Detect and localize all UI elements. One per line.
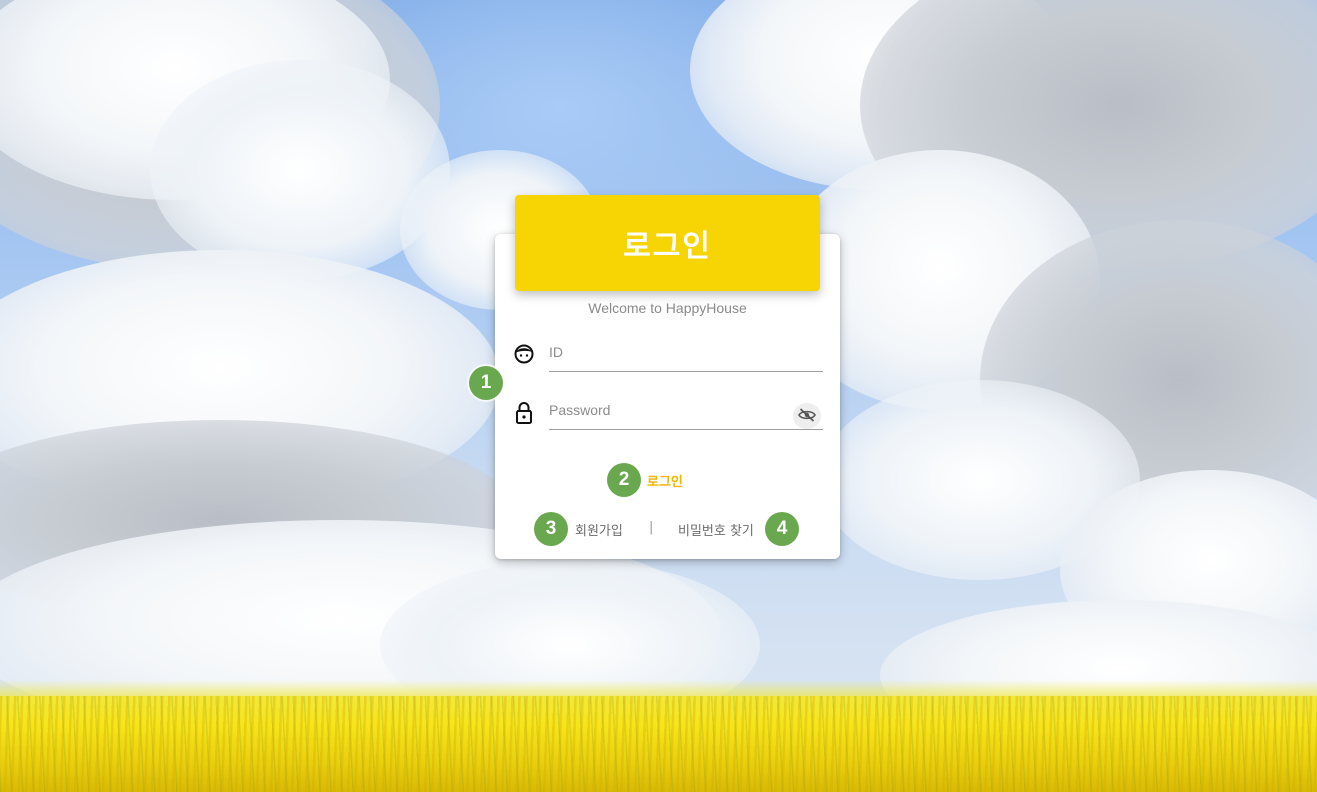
id-input-wrapper [549, 337, 823, 372]
id-field-row [513, 337, 823, 377]
password-field-row [513, 395, 823, 435]
signup-link[interactable]: 회원가입 [575, 520, 623, 539]
password-input-wrapper [549, 395, 823, 430]
toggle-password-visibility-button[interactable] [793, 403, 821, 429]
rapeseed-field [0, 696, 1317, 792]
welcome-text: Welcome to HappyHouse [588, 300, 747, 316]
find-password-link[interactable]: 비밀번호 찾기 [678, 520, 754, 539]
eye-off-icon [798, 407, 816, 426]
id-input[interactable] [549, 337, 823, 367]
login-button[interactable]: 로그인 [647, 471, 683, 490]
login-header: 로그인 [515, 195, 820, 291]
marker-2: 2 [607, 463, 641, 497]
marker-3: 3 [534, 512, 568, 546]
password-input[interactable] [549, 395, 823, 425]
lock-icon [513, 401, 535, 424]
marker-1: 1 [469, 366, 503, 400]
login-title: 로그인 [623, 229, 712, 264]
marker-4: 4 [765, 512, 799, 546]
link-separator: | [649, 520, 654, 535]
face-icon [513, 343, 535, 365]
